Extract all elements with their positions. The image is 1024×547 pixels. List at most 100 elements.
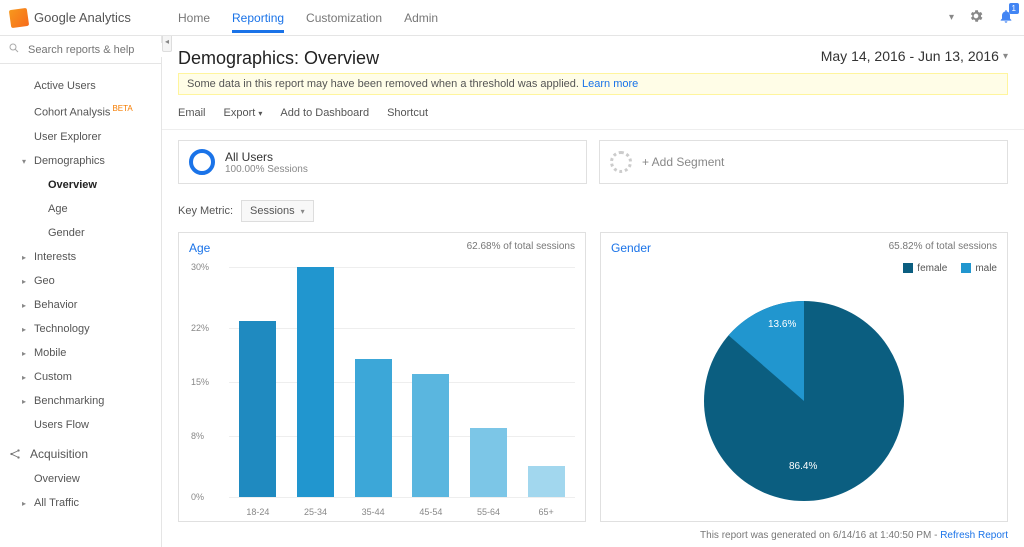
ga-logo-icon — [9, 7, 29, 27]
brand-logo[interactable]: Google Analytics — [10, 9, 160, 27]
notice-learn-more-link[interactable]: Learn more — [582, 78, 638, 90]
sidebar-item-label: All Traffic — [34, 497, 79, 509]
age-bar-35-44[interactable] — [355, 359, 392, 497]
chevron-right-icon: ▸ — [22, 349, 26, 358]
sidebar-item-label: Users Flow — [34, 419, 89, 431]
y-tick-label: 15% — [191, 377, 209, 387]
sidebar-item-geo[interactable]: ▸ Geo — [0, 269, 161, 293]
sidebar-item-interests[interactable]: ▸ Interests — [0, 245, 161, 269]
gender-legend: female male — [903, 263, 997, 274]
tab-home[interactable]: Home — [178, 2, 210, 33]
tab-customization[interactable]: Customization — [306, 2, 382, 33]
export-button[interactable]: Export ▾ — [224, 107, 263, 119]
age-chart-card: Age 62.68% of total sessions 0%8%15%22%3… — [178, 232, 586, 522]
x-tick-label: 55-64 — [460, 507, 518, 517]
gender-chart-title: Gender — [611, 241, 651, 255]
add-segment-button[interactable]: + Add Segment — [599, 140, 1008, 184]
top-tabs: Home Reporting Customization Admin — [178, 2, 438, 33]
sidebar-item-mobile[interactable]: ▸ Mobile — [0, 341, 161, 365]
chevron-down-icon: ▾ — [22, 157, 26, 166]
gender-chart-body: female male 86.4% 13.6% — [601, 257, 1007, 521]
sidebar-nav: Active Users Cohort AnalysisBETA User Expl… — [0, 64, 161, 547]
main-header: Demographics: Overview May 14, 2016 - Ju… — [162, 36, 1024, 73]
gear-icon[interactable] — [968, 8, 984, 27]
sidebar-item-overview[interactable]: Overview — [0, 173, 161, 197]
gender-pie: 86.4% 13.6% — [694, 291, 914, 511]
metric-select[interactable]: Sessions ▾ — [241, 200, 314, 222]
tab-reporting[interactable]: Reporting — [232, 2, 284, 33]
main: Demographics: Overview May 14, 2016 - Ju… — [162, 36, 1024, 547]
y-tick-label: 8% — [191, 431, 204, 441]
sidebar-item-label: Custom — [34, 371, 72, 383]
beta-badge: BETA — [112, 104, 132, 113]
sidebar-item-all-traffic[interactable]: ▸All Traffic — [0, 491, 161, 515]
sidebar-item-technology[interactable]: ▸Technology — [0, 317, 161, 341]
sidebar-item-label: Age — [48, 203, 68, 215]
email-button[interactable]: Email — [178, 107, 206, 119]
notifications-button[interactable]: 1 — [998, 8, 1014, 27]
segment-subtitle: 100.00% Sessions — [225, 164, 308, 175]
pie-label-female: 86.4% — [789, 461, 817, 472]
age-chart-body: 0%8%15%22%30% 18-2425-3435-4445-5455-646… — [179, 257, 585, 521]
gender-chart-card: Gender 65.82% of total sessions female m… — [600, 232, 1008, 522]
add-segment-icon — [610, 151, 632, 173]
report-toolbar: Email Export ▾ Add to Dashboard Shortcut — [162, 101, 1024, 130]
sidebar-collapse-handle[interactable]: ◂ — [162, 36, 172, 52]
sidebar-item-label: Demographics — [34, 155, 105, 167]
age-bar-45-54[interactable] — [412, 374, 449, 497]
sidebar-item-behavior[interactable]: ▸Behavior — [0, 293, 161, 317]
pie-label-male: 13.6% — [768, 319, 796, 330]
sidebar: ◂ Active Users Cohort AnalysisBETA User Ex… — [0, 36, 162, 547]
age-bar-55-64[interactable] — [470, 428, 507, 497]
sidebar-item-age[interactable]: Age — [0, 197, 161, 221]
sidebar-item-users-flow[interactable]: Users Flow — [0, 413, 161, 437]
shortcut-button[interactable]: Shortcut — [387, 107, 428, 119]
sidebar-item-active-users[interactable]: Active Users — [0, 74, 161, 98]
segments-row: All Users 100.00% Sessions + Add Segment — [162, 130, 1024, 194]
sidebar-section-label: Acquisition — [30, 447, 88, 461]
sidebar-item-overview[interactable]: Overview — [0, 467, 161, 491]
tab-admin[interactable]: Admin — [404, 2, 438, 33]
sidebar-item-label: Geo — [34, 275, 55, 287]
sidebar-item-label: Active Users — [34, 80, 96, 92]
sidebar-item-label: User Explorer — [34, 131, 101, 143]
account-switcher[interactable]: ▾ — [949, 12, 954, 23]
sidebar-section-acquisition[interactable]: Acquisition — [0, 437, 161, 467]
refresh-report-link[interactable]: Refresh Report — [940, 530, 1008, 541]
brand-text: Google Analytics — [34, 10, 131, 25]
sidebar-item-label: Technology — [34, 323, 90, 335]
y-tick-label: 22% — [191, 323, 209, 333]
sidebar-item-label: Behavior — [34, 299, 77, 311]
sidebar-item-benchmarking[interactable]: ▸Benchmarking — [0, 389, 161, 413]
sidebar-item-cohort-analysis[interactable]: Cohort AnalysisBETA — [0, 98, 161, 125]
chevron-right-icon: ▸ — [22, 253, 26, 262]
search-box[interactable]: ◂ — [0, 36, 161, 64]
age-bar-18-24[interactable] — [239, 321, 276, 497]
chevron-right-icon: ▸ — [22, 373, 26, 382]
chevron-down-icon: ▾ — [1003, 51, 1008, 62]
sidebar-item-gender[interactable]: Gender — [0, 221, 161, 245]
add-to-dashboard-button[interactable]: Add to Dashboard — [280, 107, 369, 119]
legend-male: male — [961, 263, 997, 274]
sidebar-item-user-explorer[interactable]: User Explorer — [0, 125, 161, 149]
report-footer: This report was generated on 6/14/16 at … — [162, 526, 1024, 547]
sidebar-item-label: Overview — [34, 473, 80, 485]
y-tick-label: 0% — [191, 492, 204, 502]
sidebar-item-custom[interactable]: ▸ Custom — [0, 365, 161, 389]
sidebar-item-label: Interests — [34, 251, 76, 263]
search-input[interactable] — [26, 43, 172, 57]
sidebar-item-demographics[interactable]: ▾ Demographics — [0, 149, 161, 173]
metric-selected-value: Sessions — [250, 205, 295, 217]
date-range-picker[interactable]: May 14, 2016 - Jun 13, 2016 ▾ — [821, 48, 1008, 64]
legend-female: female — [903, 263, 947, 274]
chevron-down-icon: ▾ — [301, 207, 305, 216]
chevron-right-icon: ▸ — [22, 277, 26, 286]
segment-all-users[interactable]: All Users 100.00% Sessions — [178, 140, 587, 184]
age-bar-25-34[interactable] — [297, 267, 334, 497]
share-icon — [8, 447, 22, 461]
sidebar-item-label: Overview — [48, 179, 97, 191]
x-tick-label: 35-44 — [344, 507, 402, 517]
sidebar-item-label: Mobile — [34, 347, 66, 359]
y-tick-label: 30% — [191, 262, 209, 272]
age-bar-65+[interactable] — [528, 466, 565, 497]
